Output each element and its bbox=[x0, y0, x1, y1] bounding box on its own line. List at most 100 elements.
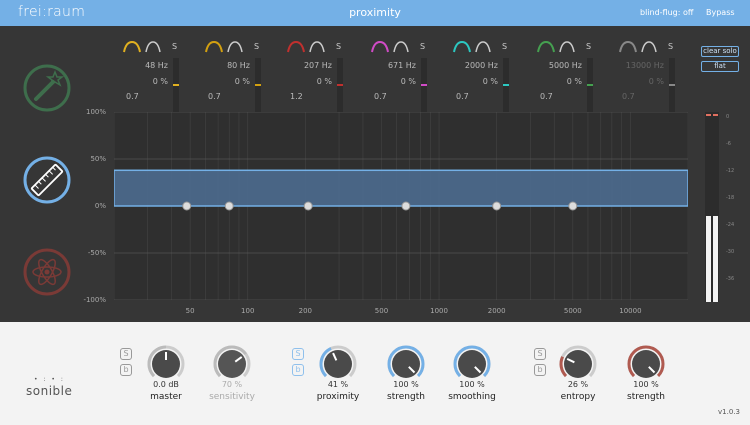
output-meter bbox=[705, 112, 719, 302]
flat-button[interactable]: flat bbox=[701, 61, 739, 72]
band-7[interactable]: S 13000 Hz 0 % 0.7 bbox=[618, 40, 694, 114]
filter-shape-icon[interactable] bbox=[286, 40, 330, 54]
solo-group-button[interactable]: S bbox=[292, 348, 304, 360]
band-3[interactable]: S 207 Hz 0 % 1.2 bbox=[286, 40, 362, 114]
meter-scale-label: -30 bbox=[726, 249, 735, 255]
band-frequency: 80 Hz bbox=[227, 61, 250, 70]
filter-shape-icon[interactable] bbox=[370, 40, 414, 54]
entropy-value: 26 % bbox=[567, 380, 589, 389]
band-meter-tick bbox=[421, 84, 427, 86]
band-q: 0.7 bbox=[540, 92, 553, 101]
band-frequency: 671 Hz bbox=[387, 61, 416, 70]
filter-shape-icon[interactable] bbox=[536, 40, 580, 54]
solo-button[interactable]: S bbox=[502, 42, 507, 51]
strength2-knob[interactable] bbox=[626, 344, 666, 384]
knob-body bbox=[218, 350, 246, 378]
magic-wand-button[interactable] bbox=[22, 63, 72, 113]
band-gain: 0 % bbox=[234, 77, 250, 86]
band-5[interactable]: S 2000 Hz 0 % 0.7 bbox=[452, 40, 528, 114]
band-gain: 0 % bbox=[482, 77, 498, 86]
band-1[interactable]: S 48 Hz 0 % 0.7 bbox=[122, 40, 198, 114]
solo-button[interactable]: S bbox=[586, 42, 591, 51]
strength1-value: 100 % bbox=[393, 380, 419, 389]
band-2[interactable]: S 80 Hz 0 % 0.7 bbox=[204, 40, 280, 114]
strength1-knob[interactable] bbox=[386, 344, 426, 384]
solo-button[interactable]: S bbox=[336, 42, 341, 51]
x-tick-label: 500 bbox=[374, 307, 389, 315]
filter-shape-icon[interactable] bbox=[452, 40, 496, 54]
band-q: 0.7 bbox=[208, 92, 221, 101]
smoothing-value: 100 % bbox=[459, 380, 485, 389]
band-4[interactable]: S 671 Hz 0 % 0.7 bbox=[370, 40, 446, 114]
band-node[interactable] bbox=[182, 201, 192, 211]
x-tick-label: 10000 bbox=[619, 307, 642, 315]
band-frequency: 48 Hz bbox=[145, 61, 168, 70]
smoothing-knob[interactable] bbox=[452, 344, 492, 384]
band-meter bbox=[587, 58, 593, 114]
band-q: 0.7 bbox=[622, 92, 635, 101]
top-bar: frei:raum proximity blind-flug: off Bypa… bbox=[0, 0, 750, 26]
solo-button[interactable]: S bbox=[420, 42, 425, 51]
knob-body bbox=[564, 350, 592, 378]
band-q: 1.2 bbox=[290, 92, 303, 101]
band-frequency: 13000 Hz bbox=[625, 61, 664, 70]
proximity-value: 41 % bbox=[327, 380, 349, 389]
sensitivity-knob[interactable] bbox=[212, 344, 252, 384]
ruler-icon bbox=[23, 156, 71, 204]
band-node[interactable] bbox=[224, 201, 234, 211]
bypass-group-button[interactable]: b bbox=[120, 364, 132, 376]
product-title: proximity bbox=[349, 6, 401, 19]
meter-scale-label: -36 bbox=[726, 276, 735, 282]
master-value: 0.0 dB bbox=[153, 380, 179, 389]
meter-scale-label: 0 bbox=[726, 114, 730, 120]
bypass-button[interactable]: Bypass bbox=[706, 8, 735, 17]
proximity-knob[interactable] bbox=[318, 344, 358, 384]
meter-scale-label: -24 bbox=[726, 222, 735, 228]
band-node[interactable] bbox=[303, 201, 313, 211]
atom-button[interactable] bbox=[22, 247, 72, 297]
master-knob[interactable] bbox=[146, 344, 186, 384]
measure-button[interactable] bbox=[22, 155, 72, 205]
band-q: 0.7 bbox=[374, 92, 387, 101]
filter-shape-icon[interactable] bbox=[204, 40, 248, 54]
y-tick-label: 100% bbox=[85, 108, 106, 116]
band-6[interactable]: S 5000 Hz 0 % 0.7 bbox=[536, 40, 612, 114]
main-panel: S 48 Hz 0 % 0.7 S 80 Hz 0 % 0.7 S 207 Hz 0 % 1.2 S 67… bbox=[0, 26, 750, 322]
clear-solo-button[interactable]: clear solo bbox=[701, 46, 739, 57]
band-q: 0.7 bbox=[126, 92, 139, 101]
plot-canvas bbox=[114, 112, 688, 300]
spectrum-plot[interactable] bbox=[114, 112, 688, 300]
solo-button[interactable]: S bbox=[254, 42, 259, 51]
blind-flug-toggle[interactable]: blind-flug: off bbox=[640, 8, 693, 17]
knob-body bbox=[632, 350, 660, 378]
sensitivity-label: sensitivity bbox=[209, 392, 255, 402]
band-node[interactable] bbox=[401, 201, 411, 211]
band-gain: 0 % bbox=[316, 77, 332, 86]
bypass-group-button[interactable]: b bbox=[292, 364, 304, 376]
entropy-knob[interactable] bbox=[558, 344, 598, 384]
knob-dial bbox=[453, 345, 491, 378]
solo-group-button[interactable]: S bbox=[120, 348, 132, 360]
band-gain: 0 % bbox=[566, 77, 582, 86]
filter-shape-icon[interactable] bbox=[618, 40, 662, 54]
band-meter-tick bbox=[669, 84, 675, 86]
band-node[interactable] bbox=[568, 201, 578, 211]
knob-dial bbox=[559, 345, 597, 378]
band-node[interactable] bbox=[492, 201, 502, 211]
band-meter bbox=[503, 58, 509, 114]
filter-shape-icon[interactable] bbox=[122, 40, 166, 54]
knob-dial bbox=[319, 345, 357, 378]
solo-button[interactable]: S bbox=[172, 42, 177, 51]
band-meter bbox=[337, 58, 343, 114]
band-meter-tick bbox=[337, 84, 343, 86]
band-gain: 0 % bbox=[152, 77, 168, 86]
band-frequency: 207 Hz bbox=[303, 61, 332, 70]
solo-button[interactable]: S bbox=[668, 42, 673, 51]
band-meter bbox=[173, 58, 179, 114]
x-tick-label: 100 bbox=[241, 307, 255, 315]
y-tick-label: -100% bbox=[83, 296, 106, 304]
band-q: 0.7 bbox=[456, 92, 469, 101]
bypass-group-button[interactable]: b bbox=[534, 364, 546, 376]
solo-group-button[interactable]: S bbox=[534, 348, 546, 360]
proximity-label: proximity bbox=[316, 392, 360, 402]
